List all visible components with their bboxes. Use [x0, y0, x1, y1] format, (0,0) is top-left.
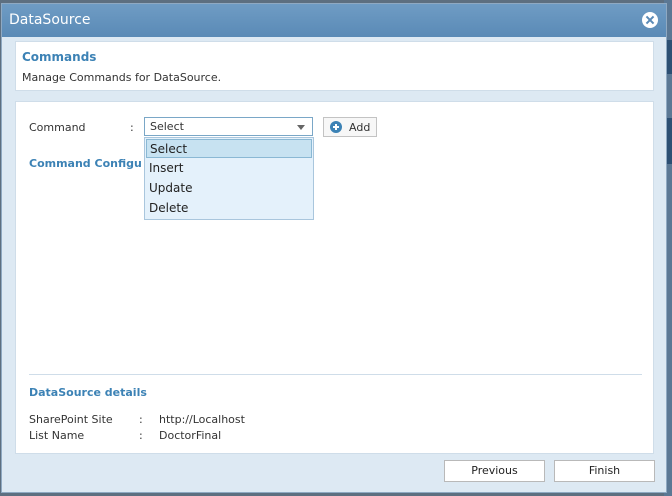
dropdown-option-select[interactable]: Select: [146, 139, 312, 158]
dropdown-option-update[interactable]: Update: [146, 179, 312, 198]
detail-key: SharePoint Site: [29, 413, 113, 426]
detail-colon: :: [139, 413, 143, 426]
detail-key: List Name: [29, 429, 85, 442]
datasource-dialog: DataSource Commands Manage Commands for …: [1, 3, 667, 493]
previous-button[interactable]: Previous: [444, 460, 545, 482]
dropdown-option-insert[interactable]: Insert: [146, 159, 312, 178]
command-label: Command: [29, 121, 86, 134]
commands-description: Manage Commands for DataSource.: [22, 71, 222, 84]
section-divider: [29, 374, 642, 375]
dialog-titlebar: DataSource: [2, 4, 666, 37]
detail-colon: :: [139, 429, 143, 442]
add-command-button[interactable]: Add: [323, 117, 377, 137]
command-dropdown-list: Select Insert Update Delete: [144, 137, 314, 220]
main-panel: Command : Select Add Command Configu Sel…: [15, 101, 654, 454]
command-select[interactable]: Select: [144, 117, 313, 136]
dropdown-option-delete[interactable]: Delete: [146, 199, 312, 218]
finish-button[interactable]: Finish: [554, 460, 655, 482]
command-select-value: Select: [150, 120, 184, 133]
commands-heading: Commands: [22, 50, 97, 64]
close-icon[interactable]: [642, 12, 658, 28]
commands-panel: Commands Manage Commands for DataSource.: [15, 41, 654, 91]
detail-value: DoctorFinal: [159, 429, 222, 442]
command-colon: :: [130, 121, 134, 134]
command-configuration-heading: Command Configu: [29, 157, 142, 170]
add-button-label: Add: [349, 121, 371, 134]
detail-value: http://Localhost: [159, 413, 245, 426]
plus-circle-icon: [330, 121, 342, 133]
dialog-title: DataSource: [9, 12, 91, 28]
chevron-down-icon: [297, 125, 305, 130]
datasource-details-heading: DataSource details: [29, 386, 147, 399]
